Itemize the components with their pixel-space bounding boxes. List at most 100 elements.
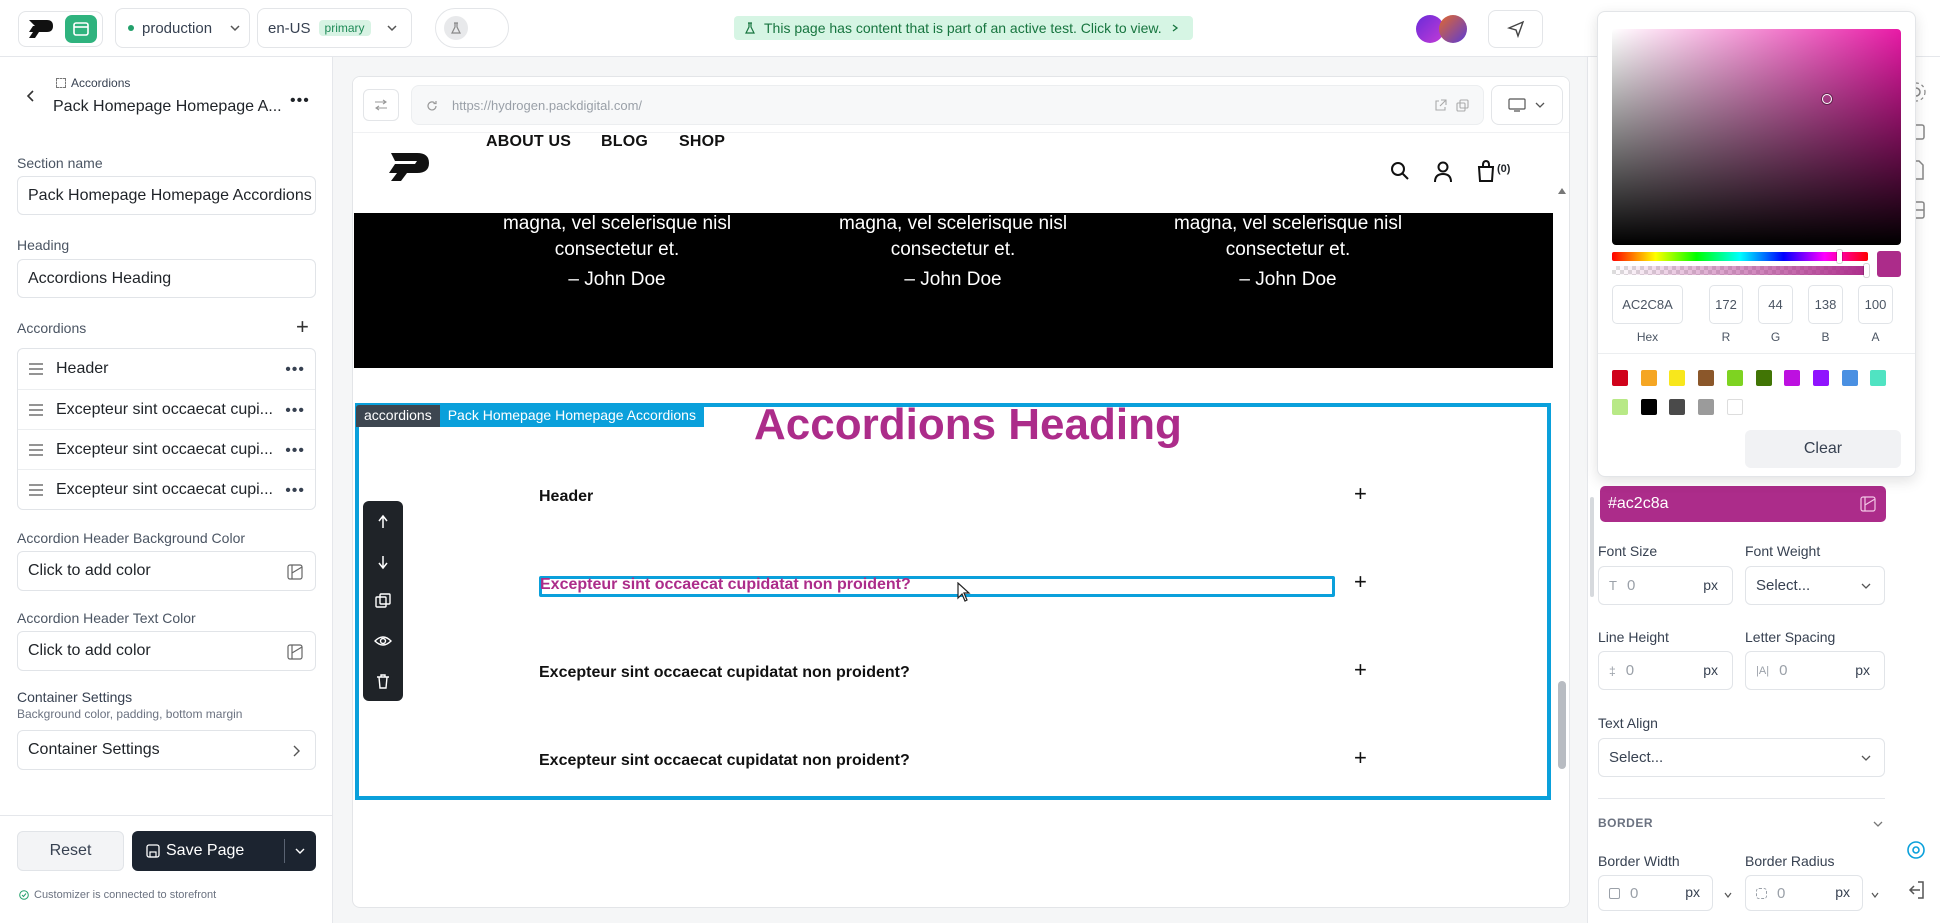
chevron-down-icon[interactable] <box>294 845 306 857</box>
app-switcher[interactable] <box>18 11 103 47</box>
color-swatch[interactable] <box>1640 399 1657 415</box>
target-icon[interactable] <box>1904 838 1928 862</box>
hue-slider[interactable] <box>1612 252 1868 261</box>
hue-handle[interactable] <box>1837 250 1842 263</box>
accordion-row[interactable]: Excepteur sint occaecat cupidatat non pr… <box>540 576 1212 594</box>
move-down-icon[interactable] <box>374 553 392 571</box>
color-swatch[interactable] <box>1698 399 1715 415</box>
item-menu-icon[interactable]: ••• <box>285 442 305 460</box>
color-palette-icon[interactable] <box>1860 496 1876 512</box>
hex-input[interactable]: AC2C8A <box>1612 285 1683 324</box>
color-swatch[interactable] <box>1812 370 1829 386</box>
publish-button[interactable] <box>1488 10 1543 48</box>
chevron-down-icon[interactable] <box>1872 818 1884 830</box>
color-swatch[interactable] <box>1841 370 1858 386</box>
item-menu-icon[interactable]: ••• <box>285 402 305 420</box>
expand-plus-icon[interactable]: + <box>1354 569 1367 595</box>
add-accordion-icon[interactable]: + <box>296 314 309 340</box>
text-align-select[interactable]: Select... <box>1598 738 1885 777</box>
search-icon[interactable] <box>1390 161 1410 181</box>
container-settings-button[interactable]: Container Settings <box>17 730 316 770</box>
save-page-button[interactable]: Save Page <box>132 831 316 871</box>
color-swatch[interactable] <box>1726 399 1743 415</box>
storefront-icon[interactable] <box>65 15 97 43</box>
back-arrow-icon[interactable] <box>25 89 37 103</box>
expand-plus-icon[interactable]: + <box>1354 657 1367 683</box>
accordion-row[interactable]: Header <box>539 488 1211 506</box>
font-weight-select[interactable]: Select... <box>1745 566 1885 605</box>
visibility-icon[interactable] <box>374 632 392 650</box>
panel-scrollbar[interactable] <box>1590 497 1594 597</box>
font-size-input[interactable]: T 0 px <box>1598 566 1733 605</box>
nav-link-shop[interactable]: SHOP <box>679 133 725 151</box>
drag-handle-icon[interactable] <box>28 363 44 375</box>
expand-plus-icon[interactable]: + <box>1354 745 1367 771</box>
account-icon[interactable] <box>1433 161 1453 183</box>
drag-handle-icon[interactable] <box>28 403 44 416</box>
scrollbar-thumb[interactable] <box>1558 681 1566 769</box>
move-up-icon[interactable] <box>374 513 392 531</box>
open-external-icon[interactable] <box>1434 99 1447 112</box>
list-item[interactable]: Excepteur sint occaecat cupi... ••• <box>18 429 315 469</box>
environment-select[interactable]: production <box>115 8 250 48</box>
delete-icon[interactable] <box>374 672 392 690</box>
color-value-field[interactable]: #ac2c8a <box>1600 486 1886 522</box>
color-swatch[interactable] <box>1669 370 1686 386</box>
alpha-input[interactable]: 100 <box>1858 285 1893 324</box>
border-width-input[interactable]: 0 px <box>1598 875 1713 911</box>
accordions-section[interactable] <box>355 403 1551 800</box>
accordion-heading[interactable]: Accordions Heading <box>754 400 1182 450</box>
more-options-icon[interactable]: ••• <box>290 92 310 110</box>
alpha-slider[interactable] <box>1612 266 1868 275</box>
color-swatch[interactable] <box>1755 370 1772 386</box>
red-input[interactable]: 172 <box>1709 285 1743 324</box>
blue-input[interactable]: 138 <box>1808 285 1843 324</box>
color-swatch[interactable] <box>1726 370 1743 386</box>
accordion-row[interactable]: Excepteur sint occaecat cupidatat non pr… <box>539 752 1211 770</box>
chevron-down-icon[interactable] <box>1723 890 1733 900</box>
copy-icon[interactable] <box>1456 99 1469 112</box>
line-height-input[interactable]: ‡ 0 px <box>1598 651 1733 690</box>
test-toggle[interactable] <box>435 8 509 48</box>
scroll-up-icon[interactable] <box>1557 187 1567 195</box>
reset-button[interactable]: Reset <box>17 831 124 871</box>
heading-input[interactable]: Accordions Heading <box>17 259 316 298</box>
refresh-icon[interactable] <box>426 100 438 112</box>
site-logo-icon[interactable] <box>387 147 433 185</box>
header-text-color-field[interactable]: Click to add color <box>17 631 316 671</box>
duplicate-icon[interactable] <box>374 592 392 610</box>
color-swatch[interactable] <box>1698 370 1715 386</box>
drag-handle-icon[interactable] <box>28 443 44 456</box>
item-menu-icon[interactable]: ••• <box>285 482 305 500</box>
active-test-banner[interactable]: This page has content that is part of an… <box>734 16 1193 40</box>
accordion-row[interactable]: Excepteur sint occaecat cupidatat non pr… <box>539 664 1211 682</box>
clear-color-button[interactable]: Clear <box>1745 430 1901 468</box>
border-radius-input[interactable]: 0 px <box>1745 875 1863 911</box>
preview-url-bar[interactable]: https://hydrogen.packdigital.com/ <box>411 85 1484 125</box>
nav-link-about[interactable]: ABOUT US <box>486 133 571 151</box>
color-swatch[interactable] <box>1640 370 1657 386</box>
saturation-value-area[interactable] <box>1612 29 1901 245</box>
list-item[interactable]: Excepteur sint occaecat cupi... ••• <box>18 469 315 509</box>
locale-select[interactable]: en-US primary <box>257 8 412 48</box>
list-item[interactable]: Excepteur sint occaecat cupi... ••• <box>18 389 315 429</box>
color-cursor[interactable] <box>1822 94 1832 104</box>
green-input[interactable]: 44 <box>1758 285 1793 324</box>
chevron-down-icon[interactable] <box>1870 890 1880 900</box>
avatar[interactable] <box>1439 15 1467 43</box>
device-select[interactable] <box>1491 85 1563 125</box>
header-bg-color-field[interactable]: Click to add color <box>17 551 316 591</box>
item-menu-icon[interactable]: ••• <box>285 361 305 379</box>
swap-icon[interactable] <box>363 89 399 121</box>
drag-handle-icon[interactable] <box>28 483 44 496</box>
color-swatch[interactable] <box>1612 370 1628 386</box>
section-name-input[interactable]: Pack Homepage Homepage Accordions <box>17 176 316 215</box>
preview-scrollbar[interactable] <box>1553 133 1569 907</box>
nav-link-blog[interactable]: BLOG <box>601 133 648 151</box>
color-swatch[interactable] <box>1612 399 1628 415</box>
color-swatch[interactable] <box>1784 370 1801 386</box>
exit-icon[interactable] <box>1904 878 1928 902</box>
color-swatch[interactable] <box>1870 370 1887 386</box>
alpha-handle[interactable] <box>1864 264 1869 277</box>
cart-icon[interactable] <box>1476 160 1496 182</box>
